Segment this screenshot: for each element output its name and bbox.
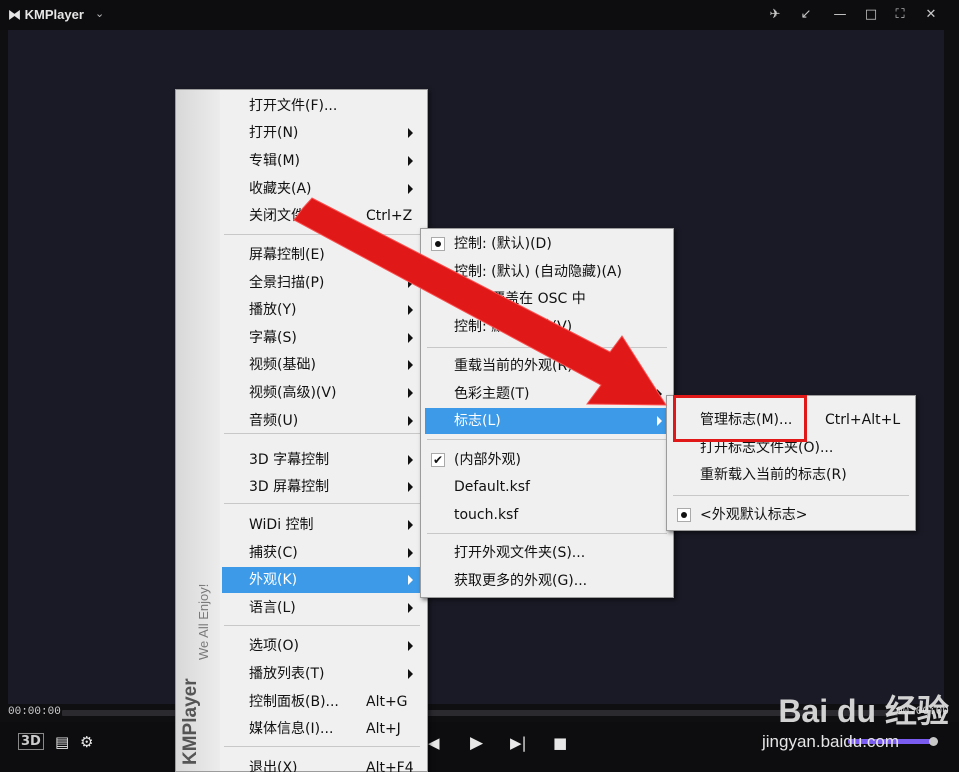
kmplayer-window: ⧓ KMPlayer ⌄ ✈ ↙ — □ ⛶ ✕ 00:00:00 00:00:… [0,0,959,772]
annotation-arrow [293,197,667,406]
